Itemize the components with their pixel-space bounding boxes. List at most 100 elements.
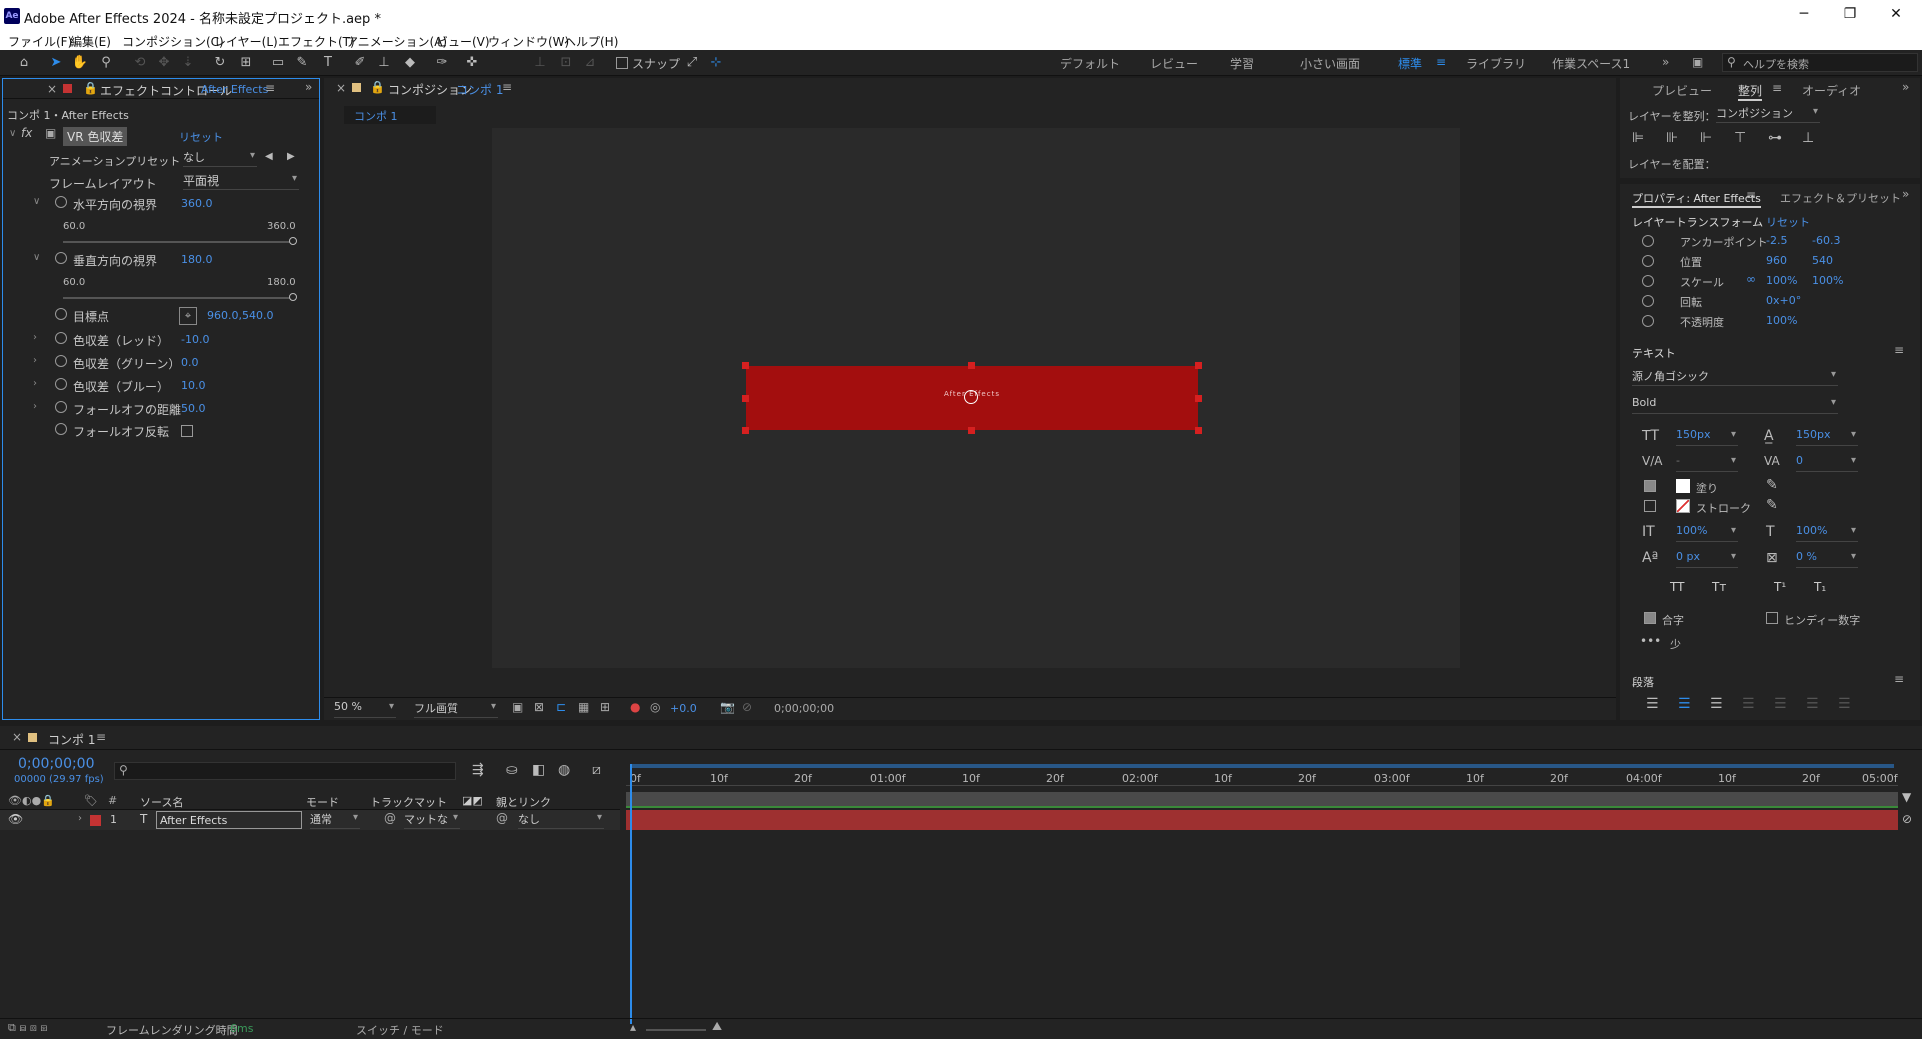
- pan-tool-icon[interactable]: ✥: [154, 54, 174, 72]
- timeline-timecode[interactable]: 0;00;00;00: [18, 756, 95, 772]
- small-caps-icon[interactable]: Tт: [1712, 580, 1726, 594]
- dolly-tool-icon[interactable]: ⇣: [178, 54, 198, 72]
- baseline-shift-field[interactable]: 0 px: [1676, 550, 1738, 568]
- switch-mode-toggle[interactable]: スイッチ / モード: [356, 1022, 444, 1038]
- selection-tool-icon[interactable]: ➤: [46, 54, 66, 72]
- fill-checkbox[interactable]: [1644, 480, 1656, 492]
- bbox-handle[interactable]: [968, 362, 975, 369]
- maximize-button[interactable]: ❐: [1830, 6, 1870, 26]
- close-tab-icon[interactable]: ×: [12, 730, 22, 744]
- axis-local-icon[interactable]: ⊥: [530, 54, 550, 72]
- transform-reset-link[interactable]: リセット: [1766, 214, 1810, 230]
- align-menu-icon[interactable]: ≡: [1772, 81, 1782, 95]
- channel-icon[interactable]: ●: [630, 700, 640, 714]
- zoom-in-icon[interactable]: ⛰: [712, 1019, 722, 1034]
- parent-pickwhip-icon[interactable]: @: [496, 811, 508, 825]
- timeline-zoom-slider[interactable]: [646, 1029, 706, 1031]
- effect-reset-link[interactable]: リセット: [179, 129, 223, 145]
- target-stopwatch-icon[interactable]: [55, 308, 67, 320]
- scale-y[interactable]: 100%: [1812, 274, 1843, 287]
- paragraph-menu-icon[interactable]: ≡: [1894, 672, 1904, 686]
- bbox-handle[interactable]: [742, 427, 749, 434]
- layer-expand-icon[interactable]: ›: [78, 813, 82, 824]
- justify-left-icon[interactable]: ☰: [1742, 696, 1755, 712]
- menu-help[interactable]: ヘルプ(H): [564, 33, 618, 50]
- menu-animation[interactable]: アニメーション(A): [346, 33, 447, 50]
- panel-menu-icon[interactable]: ≡: [265, 81, 275, 95]
- vfov-stopwatch-icon[interactable]: [55, 252, 67, 264]
- hindi-digits-checkbox[interactable]: [1766, 612, 1778, 624]
- fill-color-swatch[interactable]: [1676, 479, 1690, 493]
- superscript-icon[interactable]: T¹: [1774, 580, 1786, 594]
- panel-expand-icon[interactable]: »: [1902, 80, 1909, 94]
- layer-duration-bar[interactable]: [626, 810, 1898, 830]
- next-preset-icon[interactable]: ▶: [287, 151, 295, 162]
- panel-expand-icon[interactable]: »: [305, 80, 312, 94]
- scale-stopwatch-icon[interactable]: [1642, 275, 1654, 287]
- help-search-input[interactable]: ヘルプを検索: [1743, 56, 1809, 72]
- stroke-color-swatch[interactable]: [1676, 499, 1690, 513]
- menu-effect[interactable]: エフェクト(T): [278, 33, 355, 50]
- mode-header[interactable]: モード: [306, 794, 339, 810]
- position-x[interactable]: 960: [1766, 254, 1787, 267]
- tsume-field[interactable]: 0 %: [1796, 550, 1858, 568]
- comp-flowchart-icon[interactable]: ⇶: [472, 762, 484, 778]
- time-ruler[interactable]: 0f 10f 20f 01:00f 10f 20f 02:00f 10f 20f…: [626, 764, 1898, 786]
- hfov-slider[interactable]: [63, 241, 293, 243]
- effect-name[interactable]: VR 色収差: [63, 127, 128, 146]
- tab-properties[interactable]: プロパティ: After Effects: [1632, 190, 1761, 208]
- invert-stopwatch-icon[interactable]: [55, 423, 67, 435]
- graph-editor-icon[interactable]: ⧄: [592, 762, 601, 778]
- opacity-value[interactable]: 100%: [1766, 314, 1797, 327]
- menu-window[interactable]: ウィンドウ(W): [488, 33, 569, 50]
- opacity-stopwatch-icon[interactable]: [1642, 315, 1654, 327]
- anchor-tool-icon[interactable]: ⊞: [236, 54, 256, 72]
- ws-more-icon[interactable]: »: [1662, 55, 1669, 69]
- playhead[interactable]: [630, 764, 632, 1024]
- vertical-scale-field[interactable]: 100%: [1676, 524, 1738, 542]
- grid-icon[interactable]: ⊞: [600, 700, 610, 714]
- parent-header[interactable]: 親とリンク: [496, 794, 551, 810]
- green-value[interactable]: 0.0: [181, 356, 199, 369]
- font-style-dropdown[interactable]: Bold: [1632, 396, 1838, 414]
- menu-view[interactable]: ビュー(V): [436, 33, 490, 50]
- ligature-checkbox[interactable]: [1644, 612, 1656, 624]
- bbox-handle[interactable]: [1195, 395, 1202, 402]
- track-matte-dropdown[interactable]: マットな: [404, 811, 460, 829]
- timeline-search[interactable]: ⚲: [114, 762, 456, 780]
- anchor-y[interactable]: -60.3: [1812, 234, 1840, 247]
- tracking-field[interactable]: 0: [1796, 454, 1858, 472]
- safe-zones-icon[interactable]: ▦: [578, 700, 589, 714]
- comp-marker-icon[interactable]: ▼: [1902, 790, 1911, 804]
- roto-brush-icon[interactable]: ✑: [432, 54, 452, 72]
- panel-menu-icon[interactable]: ≡: [502, 80, 512, 94]
- text-menu-icon[interactable]: ≡: [1894, 343, 1904, 357]
- close-button[interactable]: ✕: [1876, 6, 1916, 26]
- source-name-header[interactable]: ソース名: [140, 794, 183, 810]
- falloff-value[interactable]: 50.0: [181, 402, 206, 415]
- puppet-pin-icon[interactable]: ✜: [462, 54, 482, 72]
- zoom-tool-icon[interactable]: ⚲: [96, 54, 116, 72]
- region-icon[interactable]: ▣: [512, 700, 523, 714]
- quality-dropdown[interactable]: フル画質: [414, 700, 498, 718]
- anchor-stopwatch-icon[interactable]: [1642, 235, 1654, 247]
- menu-composition[interactable]: コンポジション(C): [122, 33, 224, 50]
- hfov-chevron-icon[interactable]: ∨: [33, 196, 40, 207]
- vfov-value[interactable]: 180.0: [181, 253, 213, 266]
- layer-label-color[interactable]: [90, 815, 101, 826]
- font-size-field[interactable]: 150px: [1676, 428, 1738, 446]
- axis-view-icon[interactable]: ⊿: [580, 54, 600, 72]
- align-to-dropdown[interactable]: コンポジション: [1716, 105, 1820, 123]
- align-right-icon[interactable]: ⊩: [1700, 130, 1712, 146]
- bbox-handle[interactable]: [1195, 362, 1202, 369]
- snap-option-icon[interactable]: ⤢: [682, 54, 702, 72]
- anchor-point-icon[interactable]: [964, 390, 978, 404]
- rectangle-tool-icon[interactable]: ▭: [268, 54, 288, 72]
- lock-icon[interactable]: 🔒: [370, 80, 385, 94]
- shy-icon[interactable]: ◧: [532, 762, 545, 778]
- axis-world-icon[interactable]: ⊡: [556, 54, 576, 72]
- exposure-value[interactable]: +0.0: [670, 702, 697, 715]
- all-caps-icon[interactable]: TT: [1670, 580, 1684, 594]
- workspace-panel-icon[interactable]: ▣: [1692, 55, 1703, 69]
- snapshot-icon[interactable]: 📷: [720, 700, 735, 714]
